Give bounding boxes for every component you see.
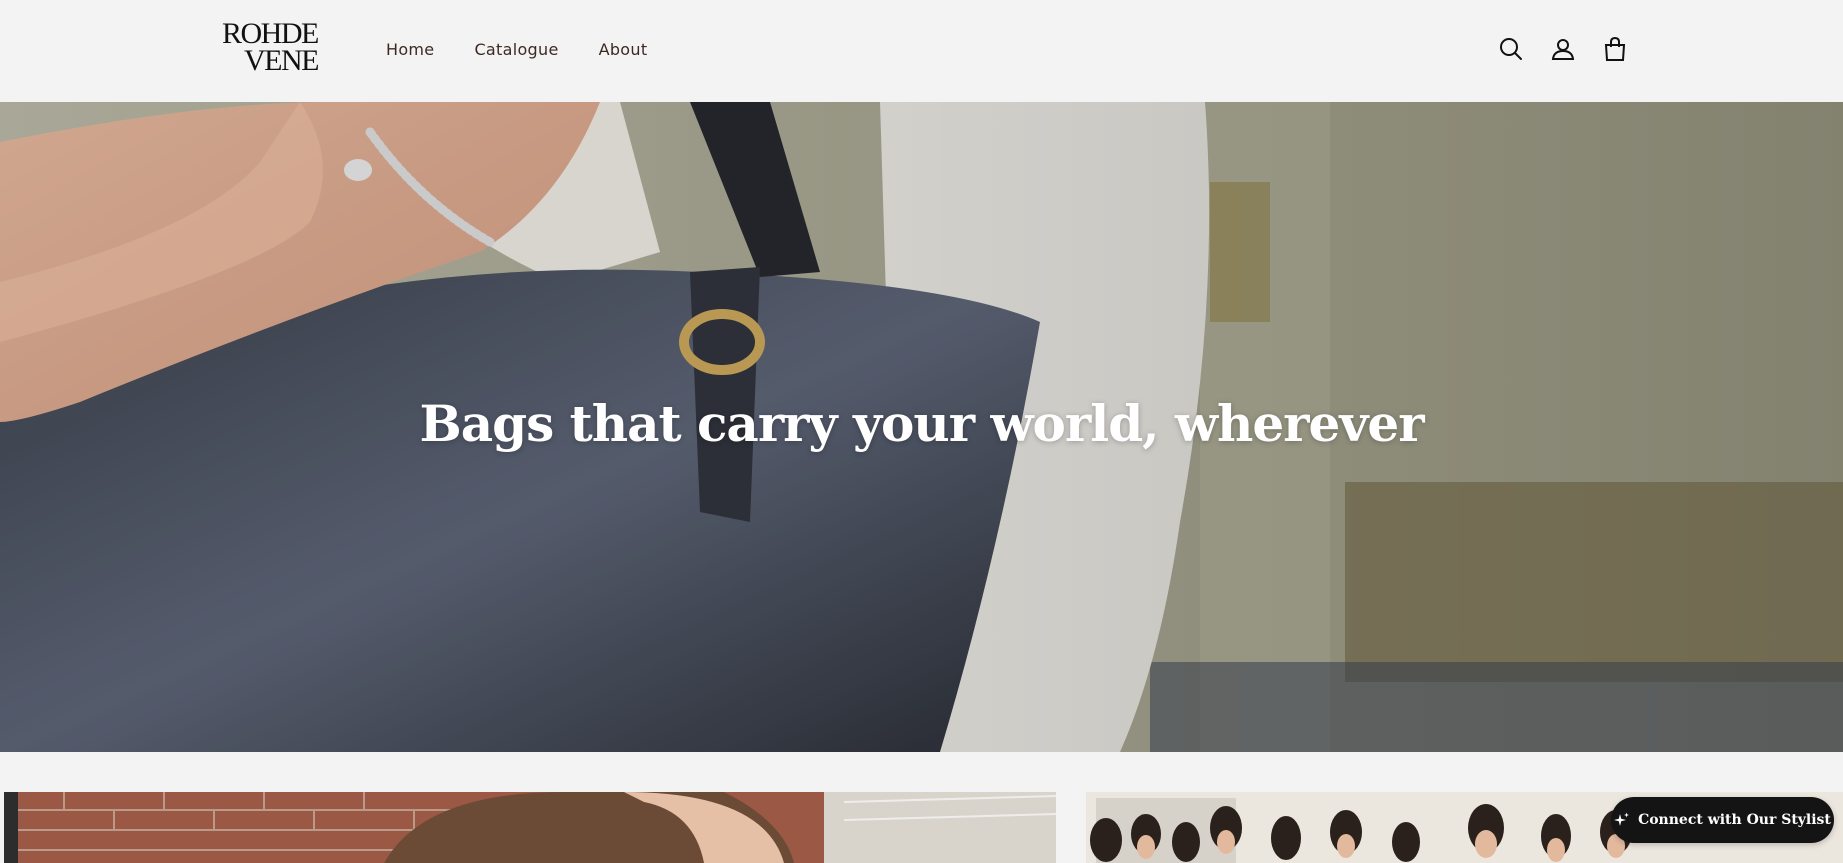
- main-nav: Home Catalogue About: [386, 40, 647, 59]
- hero-banner: Bags that carry your world, wherever: [0, 102, 1843, 752]
- header-actions: [1498, 36, 1628, 62]
- connect-stylist-button[interactable]: Connect with Our Stylist: [1611, 797, 1834, 843]
- search-icon[interactable]: [1498, 36, 1524, 62]
- nav-home-link[interactable]: Home: [386, 40, 434, 59]
- account-icon[interactable]: [1550, 36, 1576, 62]
- sparkle-icon: [1614, 812, 1630, 826]
- logo-line-1: ROHDE: [222, 17, 319, 50]
- featured-image-left: [4, 792, 1056, 863]
- nav-about-link[interactable]: About: [599, 40, 648, 59]
- hero-title: Bags that carry your world, wherever: [419, 394, 1424, 453]
- featured-card-left[interactable]: [4, 792, 1056, 863]
- connect-stylist-label: Connect with Our Stylist: [1638, 812, 1831, 828]
- site-header: ROHDE VENE Home Catalogue About: [0, 0, 1843, 102]
- logo-line-2: VENE: [244, 44, 319, 77]
- nav-catalogue-link[interactable]: Catalogue: [474, 40, 558, 59]
- brand-logo[interactable]: ROHDE VENE: [222, 17, 322, 80]
- cart-icon[interactable]: [1602, 36, 1628, 62]
